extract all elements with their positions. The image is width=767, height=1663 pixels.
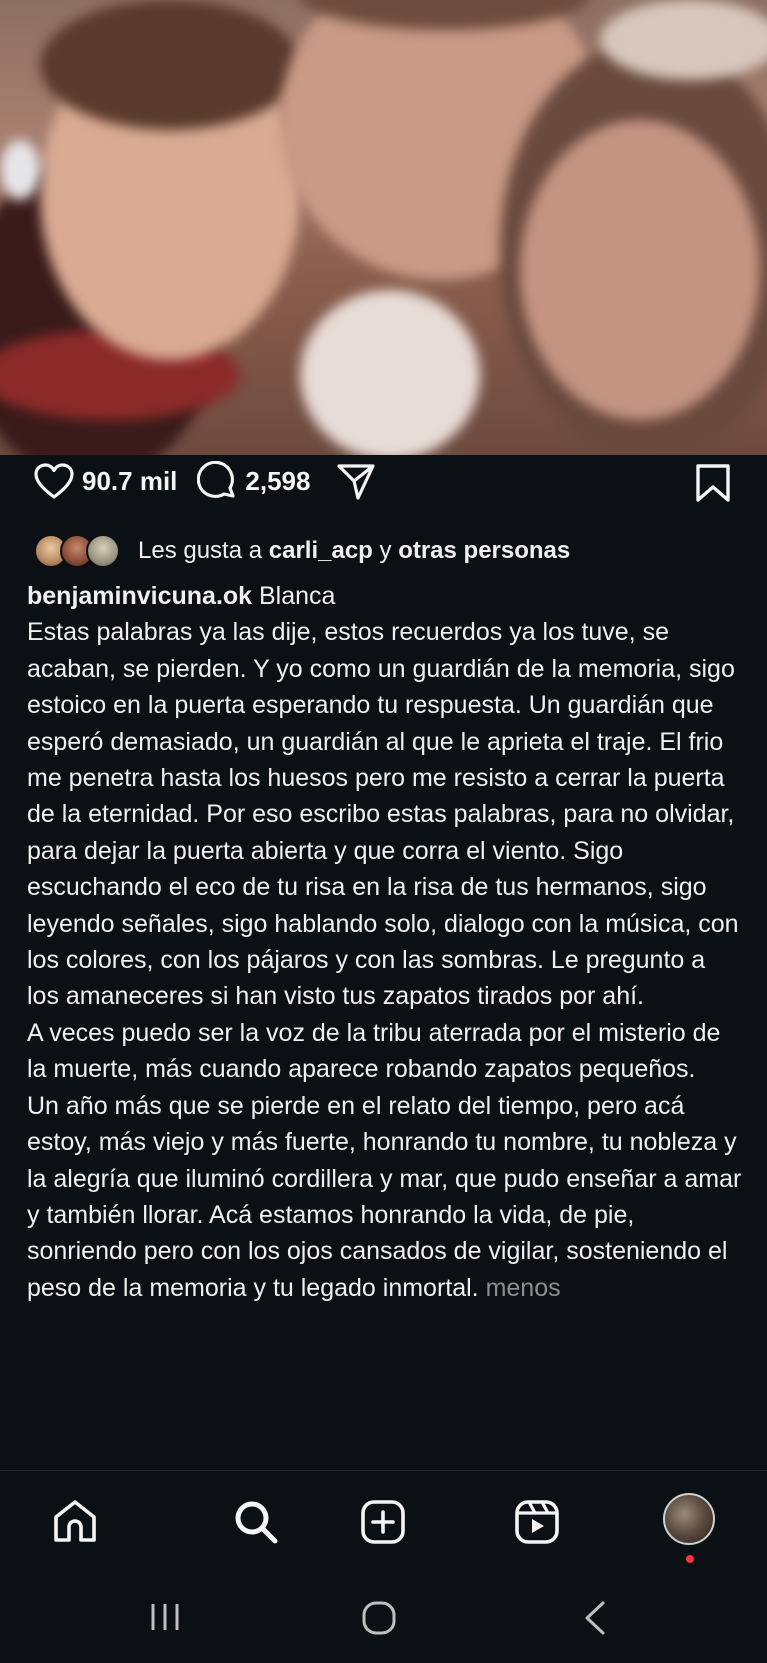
nav-search[interactable] xyxy=(233,1499,279,1550)
save-button[interactable] xyxy=(695,463,731,508)
home-system-button[interactable] xyxy=(361,1600,397,1641)
bookmark-icon xyxy=(696,464,730,502)
liked-by-others[interactable]: otras personas xyxy=(398,537,570,564)
profile-avatar[interactable] xyxy=(663,1493,715,1545)
send-icon xyxy=(337,464,376,500)
recent-apps-button[interactable] xyxy=(148,1600,182,1639)
recent-apps-icon xyxy=(151,1604,179,1630)
less-link[interactable]: menos xyxy=(486,1274,561,1302)
search-icon xyxy=(235,1501,278,1544)
liked-by-username[interactable]: carli_acp xyxy=(269,537,373,564)
comments-count[interactable]: 2,598 xyxy=(245,466,310,497)
caption-author[interactable]: benjaminvicuna.ok xyxy=(27,582,252,610)
caption-text: Blanca Estas palabras ya las dije, estos… xyxy=(27,582,742,1302)
post-actions: 90.7 mil 2,598 xyxy=(0,455,767,507)
back-icon xyxy=(585,1601,605,1635)
nav-create[interactable] xyxy=(360,1499,406,1550)
instagram-post-screen: 90.7 mil 2,598 Les gusta a carli_acp y o… xyxy=(0,0,767,1663)
avatar xyxy=(86,534,120,568)
heart-icon xyxy=(34,463,74,499)
system-navigation-bar xyxy=(0,1570,767,1663)
liked-by-connector: y xyxy=(372,537,399,564)
post-caption: benjaminvicuna.ok Blanca Estas palabras … xyxy=(27,578,742,1306)
home-circle-icon xyxy=(362,1601,396,1635)
bottom-navigation xyxy=(0,1470,767,1570)
nav-reels[interactable] xyxy=(514,1499,560,1550)
notification-dot xyxy=(686,1555,694,1563)
liked-by-avatars xyxy=(34,534,124,568)
share-button[interactable] xyxy=(336,461,376,501)
home-icon xyxy=(54,1500,96,1542)
liked-by-row[interactable]: Les gusta a carli_acp y otras personas xyxy=(34,531,570,571)
comment-button[interactable]: 2,598 xyxy=(197,461,310,501)
like-button[interactable]: 90.7 mil xyxy=(34,463,177,499)
nav-home[interactable] xyxy=(52,1499,98,1548)
create-icon xyxy=(361,1500,405,1544)
liked-by-text: Les gusta a carli_acp y otras personas xyxy=(138,537,570,565)
liked-by-prefix: Les gusta a xyxy=(138,537,269,564)
likes-count[interactable]: 90.7 mil xyxy=(82,466,177,497)
comment-icon xyxy=(197,461,236,498)
back-button[interactable] xyxy=(582,1600,608,1641)
reels-icon xyxy=(515,1500,559,1544)
post-photo[interactable] xyxy=(0,0,767,455)
